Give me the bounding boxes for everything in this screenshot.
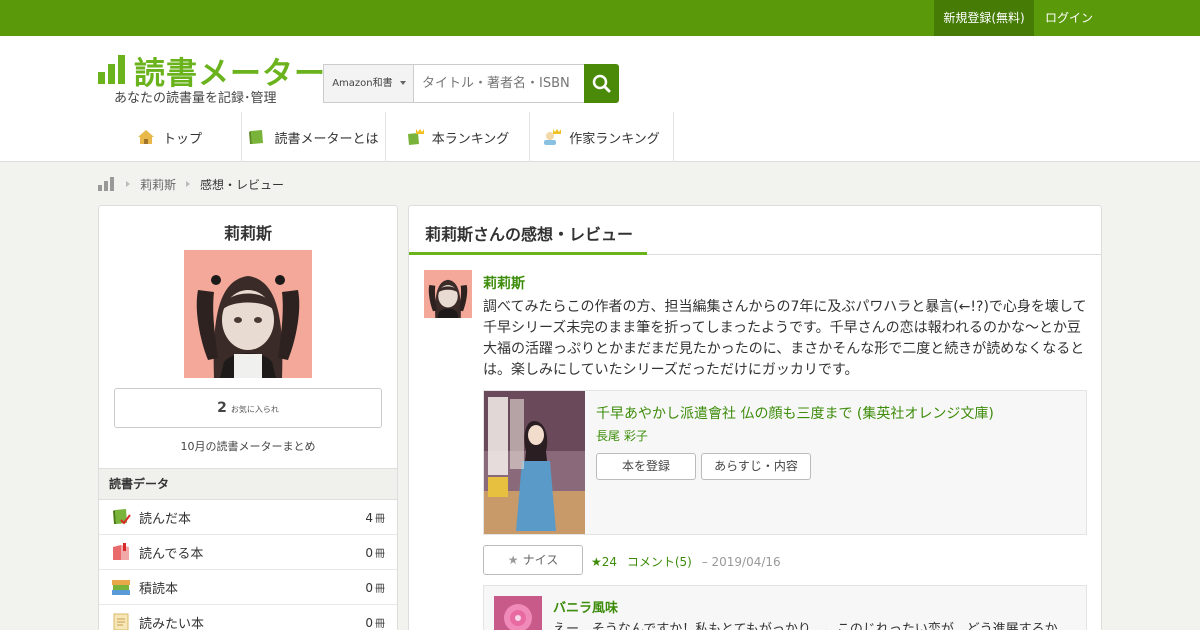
site-tagline: あなたの読書量を記録･管理 [114,91,277,106]
reading-data-label: 積読本 [139,581,179,597]
book-icon [249,130,264,144]
avatar-illustration [184,250,312,378]
nav-item-about[interactable]: 読書メーターとは [242,112,386,162]
book-cover[interactable] [484,391,585,534]
flower-avatar-illustration [494,596,542,630]
reviewer-name[interactable]: 莉莉斯 [483,273,525,293]
profile-panel: 莉莉斯 2お気に入られ 10月の読書メーターまとめ 読書データ 読んだ本 4冊 [98,205,398,630]
read-book-icon [113,509,131,525]
nav-item-top[interactable]: トップ [98,112,242,162]
comment-card: バニラ風味 えー、そうなんですか！私もとてもがっかり…。このじれったい恋が、どう… [483,585,1087,630]
favorites-box[interactable]: 2 お気に入られ [114,388,382,428]
reading-data-row-read[interactable]: 読んだ本 4冊 [99,500,397,535]
nav-item-author-ranking[interactable]: 作家ランキング [530,112,674,162]
review-panel: 莉莉斯さんの感想・レビュー 莉莉斯 調べてみたらこの作者の方、担当編集さんからの… [408,205,1102,630]
logo-bars-icon[interactable] [98,54,126,84]
nav-label: 作家ランキング [569,131,660,147]
breadcrumb-current: 感想・レビュー [200,177,285,192]
search-category-select[interactable]: Amazon和書 [323,64,414,103]
reading-data-count: 0冊 [365,545,385,560]
reading-data-row-stacked[interactable]: 積読本 0冊 [99,570,397,605]
breadcrumb-user-link[interactable]: 莉莉斯 [140,176,176,193]
reading-data-label: 読んだ本 [139,511,192,527]
nav-label: トップ [162,131,202,147]
breadcrumb: 莉莉斯 感想・レビュー [98,176,284,192]
book-cover-illustration [484,391,585,534]
star-icon: ★ [507,553,519,567]
nice-button[interactable]: ★ ナイス [483,545,583,575]
top-bar: 新規登録(無料) ログイン [0,0,1200,36]
review-date: 2019/04/16 [711,555,781,569]
review-text: 調べてみたらこの作者の方、担当編集さんからの7年に及ぶパワハラと暴言(←!?)で… [483,299,1087,378]
search-button[interactable] [584,64,619,103]
meta-separator: – [701,555,708,569]
commenter-avatar[interactable] [494,596,542,630]
reading-book-icon [113,543,129,560]
reviewer-avatar[interactable] [424,270,472,318]
search-input[interactable] [413,64,585,103]
book-crown-icon [407,129,424,145]
book-summary-button[interactable]: あらすじ・内容 [701,453,811,480]
breadcrumb-separator [186,181,191,187]
home-icon [137,130,154,144]
breadcrumb-separator [126,181,130,187]
comment-text: えー、そうなんですか！私もとてもがっかり…。このじれったい恋が、どう進展するか [553,622,1058,630]
review-meta: ★24 コメント(5) – 2019/04/16 [591,553,781,570]
login-link[interactable]: ログイン [1034,0,1104,36]
author-crown-icon [544,129,562,145]
site-header: 読書メーター あなたの読書量を記録･管理 Amazon和書 トップ 読書メーター… [0,36,1200,162]
nav-label: 本ランキング [431,131,510,147]
favorites-count: 2 [217,400,227,416]
reading-data-count: 0冊 [365,615,385,630]
commenter-name[interactable]: バニラ風味 [553,597,618,616]
nice-count[interactable]: ★24 [591,555,617,569]
nav-label: 読書メーターとは [274,131,379,147]
book-title-link[interactable]: 千早あやかし派遣會社 仏の顔も三度まで (集英社オレンジ文庫) [596,403,994,423]
search-icon [592,74,611,93]
breadcrumb-home-icon[interactable] [98,177,116,191]
reading-data-count: 0冊 [365,580,385,595]
profile-name[interactable]: 莉莉斯 [99,220,397,244]
page-title: 莉莉斯さんの感想・レビュー [425,225,634,244]
reading-data-label: 読んでる本 [139,546,204,562]
book-card: 千早あやかし派遣會社 仏の顔も三度まで (集英社オレンジ文庫) 長尾 彩子 本を… [483,390,1087,535]
book-author-link[interactable]: 長尾 彩子 [596,427,648,444]
avatar-illustration [424,270,472,318]
nav-item-book-ranking[interactable]: 本ランキング [386,112,530,162]
favorites-label: お気に入られ [230,405,279,414]
search-category-label: Amazon和書 [332,78,393,89]
caret-down-icon [399,81,406,85]
register-book-button[interactable]: 本を登録 [596,453,696,480]
reading-data-row-reading[interactable]: 読んでる本 0冊 [99,535,397,570]
reading-data-label: 読みたい本 [139,616,205,630]
reading-data-heading: 読書データ [99,468,397,500]
title-accent-bar [409,252,647,255]
wishlist-memo-icon [113,613,129,630]
reading-data-count: 4冊 [365,510,385,525]
monthly-summary-link[interactable]: 10月の読書メーターまとめ [99,438,397,454]
reading-data-row-want[interactable]: 読みたい本 0冊 [99,605,397,630]
nice-button-label: ナイス [522,553,559,567]
main-nav: トップ 読書メーターとは 本ランキング 作家ランキング [98,112,674,162]
book-stack-icon [112,580,130,595]
comment-link[interactable]: コメント(5) [627,555,692,569]
profile-avatar[interactable] [184,250,312,378]
register-link[interactable]: 新規登録(無料) [934,0,1034,36]
